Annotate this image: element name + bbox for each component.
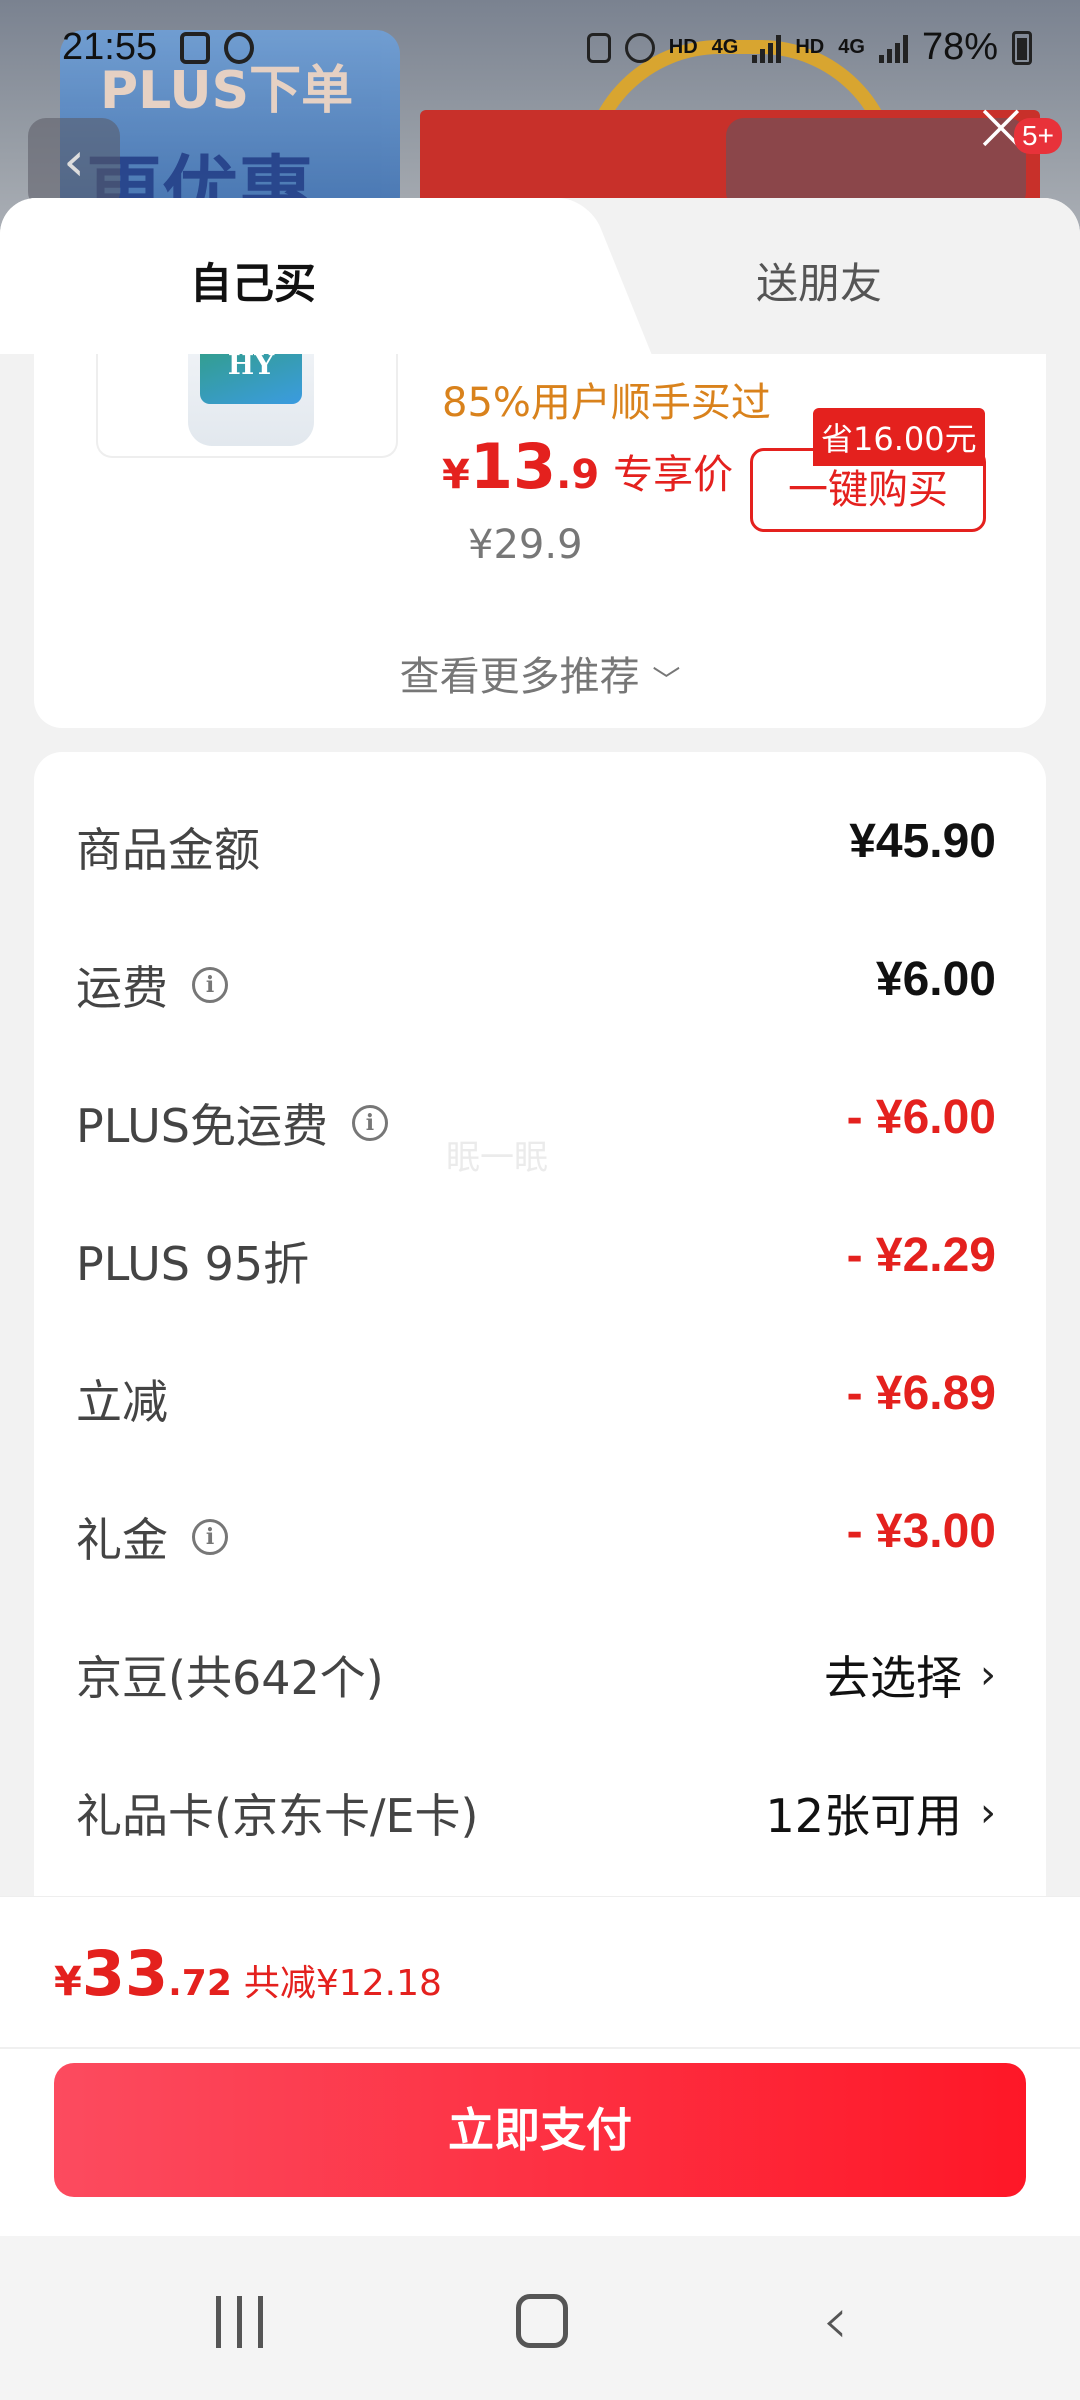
total-reduce: 共减¥12.18 <box>243 1963 442 2004</box>
row-label: 商品金额 <box>76 814 260 880</box>
row-label-text: PLUS免运费 <box>76 1099 328 1153</box>
row-label-text: 礼品卡(京东卡/E卡) <box>76 1789 479 1843</box>
row-value: ¥6.00 <box>875 953 996 1006</box>
more-recommend-link[interactable]: 查看更多推荐 ﹀ <box>34 644 1046 702</box>
network-label: 4G <box>711 36 739 58</box>
row-value: ¥45.90 <box>849 815 996 868</box>
battery-percent: 78% <box>921 26 998 68</box>
tab-gift-friend[interactable]: 送朋友 <box>756 250 882 311</box>
row-label-text: 立减 <box>76 1375 168 1429</box>
row-value: - ¥2.29 <box>846 1229 996 1282</box>
row-value: - ¥3.00 <box>846 1505 996 1558</box>
more-recommend-label: 查看更多推荐 <box>399 654 640 700</box>
row-label: 京豆(共642个) <box>76 1642 384 1708</box>
alarm-icon <box>624 32 655 63</box>
row-label: PLUS免运费 i <box>76 1090 388 1156</box>
checkout-sheet: 自己买 送朋友 fresh HY 85%用户顺手买过 ¥13.9 专享价 ¥29.… <box>0 198 1080 1896</box>
tab-bar: 自己买 送朋友 <box>0 198 1080 354</box>
row-label: PLUS 95折 <box>76 1228 309 1294</box>
row-plus-discount: PLUS 95折 - ¥2.29 <box>76 1228 996 1308</box>
chevron-down-icon: ﹀ <box>652 664 681 697</box>
back-nav-icon[interactable]: ‹ <box>822 2282 848 2359</box>
row-jd-beans[interactable]: 京豆(共642个) 去选择 › <box>76 1642 996 1722</box>
hd-label: HD <box>668 36 698 58</box>
total-price: ¥33.72 共减¥12.18 <box>54 1937 442 2010</box>
price-summary-card: 商品金额 ¥45.90 运费 i ¥6.00 PLUS免运费 i - ¥6.00 P… <box>34 752 1046 1896</box>
row-label: 运费 i <box>76 952 228 1018</box>
row-instant-reduction: 立减 - ¥6.89 <box>76 1366 996 1446</box>
network-label-2: 4G <box>838 36 865 58</box>
notification-icon <box>180 32 210 64</box>
notification-icon <box>224 32 254 64</box>
recommend-price: ¥13.9 专享价 <box>442 430 733 503</box>
row-cash-gift: 礼金 i - ¥3.00 <box>76 1504 996 1584</box>
row-label-text: 礼金 <box>76 1513 168 1567</box>
row-value: - ¥6.89 <box>846 1367 996 1420</box>
home-icon[interactable] <box>516 2294 568 2348</box>
price-int: 13 <box>469 430 557 503</box>
row-gift-card[interactable]: 礼品卡(京东卡/E卡) 12张可用 › <box>76 1780 996 1860</box>
row-label-text: 运费 <box>76 961 168 1015</box>
lock-icon <box>586 32 611 63</box>
recommend-card: fresh HY 85%用户顺手买过 ¥13.9 专享价 ¥29.9 省16.00… <box>34 354 1046 728</box>
notification-icons <box>180 32 254 64</box>
total-dec: .72 <box>168 1963 232 2004</box>
total-int: 33 <box>81 1937 169 2010</box>
info-icon[interactable]: i <box>192 1519 228 1555</box>
row-label-text: 京豆(共642个) <box>76 1651 384 1705</box>
price-currency: ¥ <box>442 452 470 498</box>
signal-icon-2 <box>878 33 908 63</box>
chevron-right-icon: › <box>980 1652 996 1698</box>
row-label-text: PLUS 95折 <box>76 1237 310 1291</box>
status-right: HD 4G HD 4G 78% <box>586 26 1032 69</box>
battery-icon <box>1012 30 1032 65</box>
product-image[interactable]: fresh HY <box>96 354 398 458</box>
row-label-text: 商品金额 <box>76 823 260 877</box>
row-label: 立减 <box>76 1366 168 1432</box>
row-value: 去选择 › <box>824 1642 996 1708</box>
tab-self-buy[interactable]: 自己买 <box>190 250 316 311</box>
divider <box>0 2047 1080 2049</box>
row-label: 礼金 i <box>76 1504 228 1570</box>
watermark: 眠一眠 <box>446 1138 548 1178</box>
sheet-content: fresh HY 85%用户顺手买过 ¥13.9 专享价 ¥29.9 省16.00… <box>0 354 1080 1896</box>
chevron-right-icon: › <box>980 1790 996 1836</box>
row-goods-amount: 商品金额 ¥45.90 <box>76 814 996 894</box>
row-value-text: 去选择 <box>824 1651 962 1705</box>
row-value-text: 12张可用 <box>765 1789 962 1843</box>
product-bottle: fresh HY <box>188 354 314 446</box>
status-time: 21:55 <box>62 26 158 68</box>
row-value: - ¥6.00 <box>846 1091 996 1144</box>
product-label: fresh HY <box>200 354 302 404</box>
brand-bottom: HY <box>227 354 275 381</box>
price-tag: 专享价 <box>613 452 734 498</box>
hd-label-2: HD <box>795 36 825 58</box>
buyers-text: 85%用户顺手买过 <box>442 380 771 426</box>
total-currency: ¥ <box>54 1959 82 2005</box>
back-icon: ‹ <box>28 118 120 210</box>
info-icon[interactable]: i <box>351 1105 388 1141</box>
original-price: ¥29.9 <box>468 522 583 568</box>
price-dec: .9 <box>556 452 600 498</box>
system-nav-bar: ‹ <box>0 2236 1080 2400</box>
row-value: 12张可用 › <box>765 1780 996 1846</box>
recent-apps-icon[interactable] <box>216 2296 263 2348</box>
pay-now-button[interactable]: 立即支付 <box>54 2063 1026 2197</box>
status-bar: 21:55 HD 4G HD 4G 78% <box>0 0 1080 100</box>
info-icon[interactable]: i <box>192 967 228 1003</box>
row-shipping: 运费 i ¥6.00 <box>76 952 996 1032</box>
message-badge: 5+ <box>1014 118 1062 154</box>
signal-icon <box>752 33 782 63</box>
checkout-footer: ¥33.72 共减¥12.18 立即支付 <box>0 1896 1080 2236</box>
row-label: 礼品卡(京东卡/E卡) <box>76 1780 478 1846</box>
save-badge: 省16.00元 <box>813 408 985 466</box>
